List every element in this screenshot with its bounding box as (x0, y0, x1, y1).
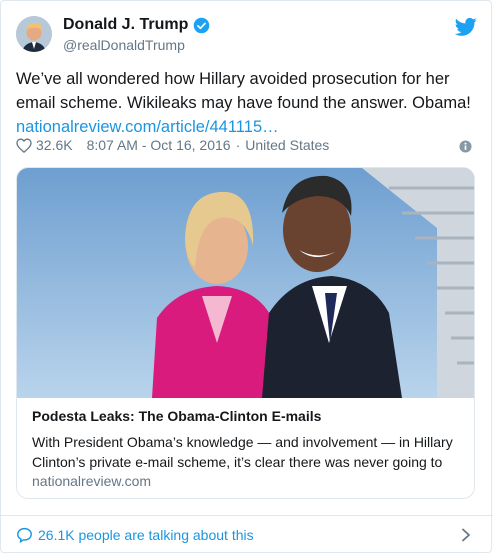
avatar[interactable] (16, 16, 52, 52)
chevron-right-icon[interactable] (460, 528, 472, 542)
tweet-text-line-1: We’ve all wondered how Hillary avoided p… (16, 70, 450, 88)
link-card-description: With President Obama’s knowledge — and i… (32, 434, 453, 470)
tweet-text: We’ve all wondered how Hillary avoided p… (16, 67, 482, 139)
like-count[interactable]: 32.6K (36, 137, 73, 153)
conversation-label[interactable]: 26.1K people are talking about this (38, 527, 254, 543)
author-name-text[interactable]: Donald J. Trump (63, 16, 188, 34)
author-handle[interactable]: @realDonaldTrump (63, 37, 185, 53)
comment-bubble-icon (17, 527, 32, 543)
tweet-embed-card: Donald J. Trump @realDonaldTrump We’ve a… (0, 0, 493, 553)
link-card-title[interactable]: Podesta Leaks: The Obama-Clinton E-mails (32, 408, 321, 424)
tweet-text-line-2: email scheme. Wikileaks may have found t… (16, 94, 471, 112)
info-icon[interactable] (459, 140, 472, 153)
twitter-bird-icon[interactable] (455, 17, 477, 37)
preview-image[interactable] (17, 168, 474, 398)
tweet-meta: 32.6K 8:07 AM - Oct 16, 2016 · United St… (16, 137, 329, 153)
footer-divider (1, 515, 493, 516)
author-name[interactable]: Donald J. Trump (63, 16, 210, 34)
meta-separator: · (235, 137, 241, 153)
tweet-link[interactable]: nationalreview.com/article/441115… (16, 118, 279, 136)
link-card-domain: nationalreview.com (32, 473, 152, 489)
conversation-link[interactable]: 26.1K people are talking about this (16, 527, 254, 543)
timestamp[interactable]: 8:07 AM - Oct 16, 2016 (87, 137, 231, 153)
location[interactable]: United States (245, 137, 329, 153)
link-preview-card[interactable]: Podesta Leaks: The Obama-Clinton E-mails… (16, 167, 475, 499)
verified-badge-icon (194, 17, 210, 33)
heart-icon[interactable] (16, 137, 32, 153)
